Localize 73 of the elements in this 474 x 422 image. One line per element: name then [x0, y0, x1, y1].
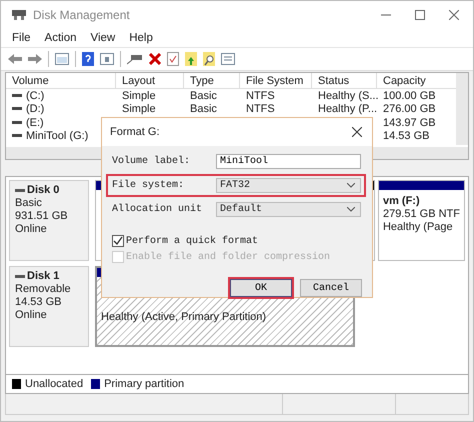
partition-detail: Healthy (Page: [382, 221, 454, 234]
table-cell: Simple: [122, 103, 156, 116]
dropdown[interactable]: Default: [216, 202, 361, 217]
table-cell: MiniTool (G:): [26, 130, 88, 142]
table-cell: (D:): [26, 103, 44, 116]
menu-item[interactable]: View: [90, 32, 116, 44]
menu-item[interactable]: Action: [44, 32, 76, 44]
table-cell: Basic: [190, 103, 217, 116]
table-cell: NTFS: [246, 103, 275, 116]
folder-search-icon[interactable]: [203, 52, 215, 66]
table-cell: Basic: [190, 90, 217, 102]
table-cell: (E:): [26, 116, 44, 129]
disk-info-panel[interactable]: Disk 0 Basic 931.51 GB Online: [9, 180, 89, 261]
partition-block[interactable]: vm (F:) 279.51 GB NTF Healthy (Page: [378, 180, 465, 261]
panel-icon[interactable]: [100, 53, 114, 65]
table-cell: Healthy (S...: [318, 90, 379, 102]
disk-name: Disk 1: [27, 270, 60, 283]
column-header[interactable]: Layout: [116, 73, 184, 88]
app-icon: [11, 8, 27, 22]
caret-icon: [347, 183, 355, 188]
table-cell: NTFS: [246, 90, 275, 102]
legend-label: Unallocated: [25, 378, 84, 390]
table-cell: (C:): [26, 90, 44, 102]
dialog-button[interactable]: Cancel: [300, 279, 362, 297]
disk-detail: 931.51 GB: [15, 210, 69, 223]
disk-info-panel[interactable]: Disk 1 Removable 14.53 GB Online: [9, 266, 89, 347]
connect-icon[interactable]: [127, 53, 143, 65]
checkbox-label: Perform a quick format: [126, 236, 258, 246]
field-label: File system:: [111, 180, 186, 191]
column-header[interactable]: Volume: [6, 73, 116, 88]
column-header[interactable]: File System: [240, 73, 312, 88]
disk-detail: Online: [15, 223, 48, 236]
table-cell: 100.00 GB: [383, 90, 436, 102]
partition-title: vm (F:): [382, 195, 421, 208]
dropdown[interactable]: FAT32: [216, 178, 361, 193]
checked-document-icon[interactable]: [167, 52, 179, 66]
legend-label: Primary partition: [104, 378, 184, 390]
dialog-title: Format G:: [110, 126, 160, 138]
window-title: Disk Management: [33, 8, 130, 22]
partition-detail: Healthy (Active, Primary Partition): [101, 311, 268, 324]
column-header[interactable]: Type: [184, 73, 240, 88]
field-label: Allocation unit: [111, 204, 204, 215]
dialog-button[interactable]: OK: [230, 279, 292, 297]
caret-icon: [347, 207, 355, 212]
close-icon[interactable]: [352, 127, 362, 137]
forward-arrow-icon[interactable]: [28, 53, 42, 65]
maximize-icon[interactable]: [415, 10, 425, 20]
partition-detail: 279.51 GB NTF: [382, 208, 460, 221]
panel-icon[interactable]: [55, 53, 69, 65]
checkbox-label: Enable file and folder compression: [126, 252, 330, 262]
close-icon[interactable]: [449, 10, 459, 20]
help-icon[interactable]: [82, 52, 94, 66]
table-cell: Simple: [122, 90, 156, 102]
disk-detail: 14.53 GB: [15, 296, 62, 309]
vertical-scrollbar[interactable]: [456, 73, 468, 145]
table-cell: 276.00 GB: [383, 103, 436, 116]
folder-up-icon[interactable]: [185, 52, 197, 66]
field-label: Volume label:: [111, 156, 192, 167]
disk-detail: Basic: [15, 197, 43, 210]
input-field[interactable]: MiniTool: [216, 154, 361, 169]
column-header[interactable]: Status: [312, 73, 377, 88]
checkbox[interactable]: [112, 235, 124, 247]
back-arrow-icon[interactable]: [8, 53, 22, 65]
table-cell: 14.53 GB: [383, 130, 430, 142]
table-cell: Healthy (P...: [318, 103, 378, 116]
disk-detail: Removable: [15, 283, 72, 296]
menu-item[interactable]: Help: [129, 32, 153, 44]
menu-item[interactable]: File: [12, 32, 31, 44]
disk-name: Disk 0: [27, 184, 60, 197]
disk-detail: Online: [15, 309, 48, 322]
table-cell: 143.97 GB: [383, 116, 436, 129]
properties-icon[interactable]: [221, 53, 235, 65]
delete-icon[interactable]: [149, 53, 161, 65]
